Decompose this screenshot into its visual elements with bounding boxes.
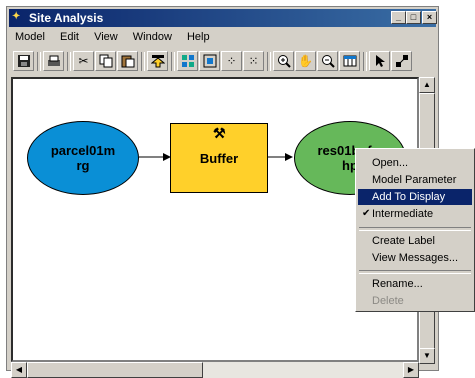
model-app-icon: ✦ xyxy=(12,11,21,22)
minimize-button[interactable]: _ xyxy=(391,11,406,24)
zoom-in-icon[interactable] xyxy=(273,51,294,71)
menu-view[interactable]: View xyxy=(88,29,124,43)
zoom-out-icon[interactable] xyxy=(317,51,338,71)
menu-item-model-parameter[interactable]: Model Parameter xyxy=(358,172,472,188)
menu-bar: Model Edit View Window Help xyxy=(9,29,436,47)
context-menu: Open... Model Parameter Add To Display ✔… xyxy=(355,148,475,312)
zoom-in-fixed-icon[interactable]: ⁘ xyxy=(221,51,242,71)
pan-icon[interactable]: ✋ xyxy=(295,51,316,71)
save-icon[interactable] xyxy=(13,51,34,71)
connect-icon[interactable] xyxy=(391,51,412,71)
copy-icon[interactable] xyxy=(95,51,116,71)
menu-item-create-label[interactable]: Create Label xyxy=(358,233,472,249)
input-data-node[interactable]: parcel01m rg xyxy=(27,121,139,195)
menu-model[interactable]: Model xyxy=(9,29,51,43)
checkmark-icon: ✔ xyxy=(362,208,371,219)
menu-separator xyxy=(359,270,471,274)
scroll-down-button[interactable]: ▼ xyxy=(419,348,435,364)
tool-label: Buffer xyxy=(199,150,239,166)
window-title: Site Analysis xyxy=(29,11,104,25)
cut-icon[interactable]: ✂ xyxy=(73,51,94,71)
add-data-icon[interactable] xyxy=(147,51,168,71)
scroll-up-button[interactable]: ▲ xyxy=(419,77,435,93)
horizontal-scrollbar[interactable]: ◀ ▶ xyxy=(11,362,419,378)
maximize-button[interactable]: □ xyxy=(406,11,421,24)
menu-item-intermediate-label: Intermediate xyxy=(372,208,434,220)
menu-item-add-to-display[interactable]: Add To Display xyxy=(358,189,472,205)
table-icon[interactable] xyxy=(339,51,360,71)
hammer-icon: ⚒ xyxy=(213,125,226,141)
full-extent-icon[interactable] xyxy=(199,51,220,71)
horizontal-scroll-thumb[interactable] xyxy=(27,362,203,378)
menu-item-view-messages[interactable]: View Messages... xyxy=(358,250,472,266)
menu-separator xyxy=(359,227,471,231)
zoom-out-fixed-icon[interactable]: ⁙ xyxy=(243,51,264,71)
pointer-icon[interactable] xyxy=(369,51,390,71)
scroll-left-button[interactable]: ◀ xyxy=(11,362,27,378)
menu-item-open[interactable]: Open... xyxy=(358,155,472,171)
scroll-right-button[interactable]: ▶ xyxy=(403,362,419,378)
menu-item-intermediate[interactable]: ✔ Intermediate xyxy=(358,206,472,222)
title-bar[interactable]: ✦ Site Analysis _ □ × xyxy=(9,9,437,27)
toolbar: ✂ ⁘ ⁙ ✋ xyxy=(9,49,436,75)
menu-window[interactable]: Window xyxy=(127,29,178,43)
input-data-label: parcel01m rg xyxy=(50,143,116,173)
paste-icon[interactable] xyxy=(117,51,138,71)
select-all-icon[interactable] xyxy=(177,51,198,71)
close-button[interactable]: × xyxy=(422,11,437,24)
menu-item-delete: Delete xyxy=(372,295,404,307)
tool-node[interactable]: ⚒ Buffer xyxy=(170,123,268,193)
menu-item-rename[interactable]: Rename... xyxy=(358,276,472,292)
menu-edit[interactable]: Edit xyxy=(54,29,85,43)
print-icon[interactable] xyxy=(43,51,64,71)
menu-help[interactable]: Help xyxy=(181,29,216,43)
